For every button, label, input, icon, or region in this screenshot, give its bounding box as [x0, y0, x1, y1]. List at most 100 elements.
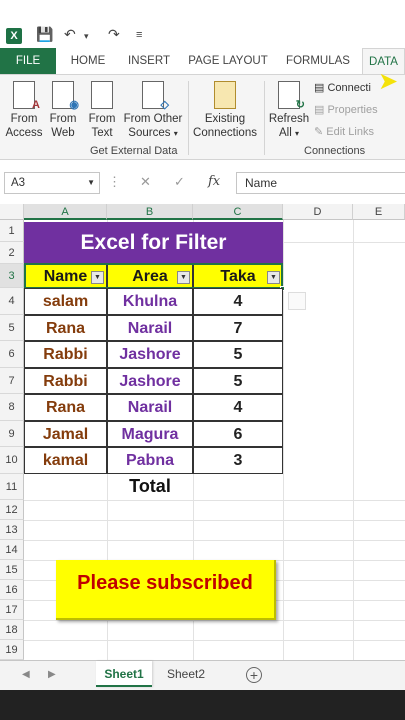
table-cell-area[interactable]: Narail [107, 314, 193, 341]
save-icon[interactable]: 💾 [36, 26, 53, 43]
tab-home[interactable]: HOME [60, 48, 116, 74]
row-header[interactable]: 8 [0, 394, 24, 421]
row-header[interactable]: 19 [0, 639, 24, 660]
sheet-tab-sheet1[interactable]: Sheet1 [96, 661, 152, 687]
gridline [24, 499, 405, 501]
column-header-c[interactable]: C [193, 204, 283, 220]
scroll-right-icon[interactable]: ▶ [48, 669, 56, 680]
enter-icon[interactable]: ✓ [174, 174, 185, 190]
row-header[interactable]: 17 [0, 599, 24, 620]
column-header-a[interactable]: A [24, 204, 107, 220]
from-other-sources-button[interactable]: ◇ From Other Sources ▾ [122, 81, 184, 141]
undo-icon[interactable]: ↶ [64, 26, 76, 43]
add-sheet-icon[interactable]: + [246, 667, 262, 683]
refresh-all-button[interactable]: ↻ Refresh All ▾ [268, 81, 310, 141]
cancel-icon[interactable]: ✕ [140, 174, 151, 190]
table-cell-taka[interactable]: 7 [193, 314, 283, 341]
worksheet-grid[interactable]: A B C D E 1 2 3 4 5 6 7 8 9 10 11 12 13 … [0, 204, 405, 660]
row-header[interactable]: 9 [0, 420, 24, 447]
insert-function-icon[interactable]: fx [208, 174, 220, 189]
row-header[interactable]: 16 [0, 579, 24, 600]
from-text-label: From [88, 113, 116, 125]
filter-dropdown-icon[interactable]: ▼ [91, 271, 104, 284]
from-access-button[interactable]: A From Access [4, 81, 44, 140]
from-other-label: From Other [123, 113, 183, 125]
row-header[interactable]: 6 [0, 341, 24, 368]
column-header-d[interactable]: D [283, 204, 353, 220]
tab-formulas[interactable]: FORMULAS [278, 48, 358, 74]
table-cell-name[interactable]: salam [24, 288, 107, 315]
table-cell-area[interactable]: Pabna [107, 447, 193, 474]
header-cell-name[interactable]: Name ▼ [24, 264, 107, 288]
filter-dropdown-icon[interactable]: ▼ [267, 271, 280, 284]
select-all-corner[interactable] [0, 204, 24, 220]
sheet-title-cell[interactable]: Excel for Filter [24, 222, 283, 264]
gridline [24, 519, 405, 521]
table-cell-name[interactable]: Rabbi [24, 341, 107, 368]
table-cell-taka[interactable]: 5 [193, 341, 283, 368]
formula-bar: A3 ▼ ⋮ ✕ ✓ fx Name [0, 160, 405, 204]
sheet-tab-sheet2[interactable]: Sheet2 [158, 661, 214, 687]
filter-dropdown-icon[interactable]: ▼ [177, 271, 190, 284]
existing-connections-button[interactable]: Existing Connections [192, 81, 258, 140]
formula-input[interactable]: Name [236, 172, 405, 194]
column-header-b[interactable]: B [107, 204, 193, 220]
row-header[interactable]: 13 [0, 519, 24, 540]
table-cell-taka[interactable]: 5 [193, 367, 283, 394]
table-cell-taka[interactable]: 3 [193, 447, 283, 474]
name-box[interactable]: A3 ▼ [4, 172, 100, 194]
table-cell-taka[interactable]: 6 [193, 420, 283, 447]
from-text-button[interactable]: From Text [84, 81, 120, 140]
row-header[interactable]: 18 [0, 619, 24, 640]
row-header[interactable]: 7 [0, 367, 24, 394]
from-web-label-2: Web [51, 127, 75, 139]
row-header[interactable]: 4 [0, 288, 24, 315]
table-cell-area[interactable]: Jashore [107, 341, 193, 368]
table-cell-area[interactable]: Jashore [107, 367, 193, 394]
tab-page-layout[interactable]: PAGE LAYOUT [182, 48, 274, 74]
header-cell-taka[interactable]: Taka ▼ [193, 264, 283, 288]
table-cell-name[interactable]: Rana [24, 394, 107, 421]
connections-icon: ▤ [314, 82, 325, 94]
row-header[interactable]: 10 [0, 447, 24, 474]
table-cell-area[interactable]: Narail [107, 394, 193, 421]
header-area-label: Area [132, 268, 168, 285]
chevron-down-icon: ▾ [294, 129, 299, 138]
row-header[interactable]: 2 [0, 242, 24, 264]
table-cell-name[interactable]: Rana [24, 314, 107, 341]
table-cell-name[interactable]: Jamal [24, 420, 107, 447]
subscribe-banner-shape[interactable]: Please subscribed [56, 560, 276, 620]
table-cell-taka[interactable]: 4 [193, 288, 283, 315]
row-header[interactable]: 3 [0, 264, 24, 288]
tab-insert[interactable]: INSERT [120, 48, 178, 74]
row-header[interactable]: 15 [0, 559, 24, 580]
table-cell-name[interactable]: kamal [24, 447, 107, 474]
edit-links-button[interactable]: ✎ Edit Links [314, 125, 374, 138]
existing-label-2: Connections [193, 127, 257, 139]
chevron-down-icon: ▾ [173, 129, 178, 138]
header-cell-area[interactable]: Area ▼ [107, 264, 193, 288]
scroll-left-icon[interactable]: ◀ [22, 669, 30, 680]
total-label-cell[interactable]: Total [107, 473, 193, 499]
table-cell-area[interactable]: Khulna [107, 288, 193, 315]
chevron-down-icon[interactable]: ▼ [87, 173, 95, 193]
redo-icon[interactable]: ↷ [108, 26, 120, 43]
customize-toolbar-icon[interactable]: ≡ [136, 29, 142, 41]
row-header[interactable]: 14 [0, 539, 24, 560]
undo-dropdown-icon[interactable]: ▾ [84, 31, 89, 42]
row-header[interactable]: 11 [0, 473, 24, 500]
row-header[interactable]: 12 [0, 499, 24, 520]
table-cell-name[interactable]: Rabbi [24, 367, 107, 394]
other-sources-icon: ◇ [142, 81, 169, 111]
properties-button[interactable]: ▤ Properties [314, 103, 378, 116]
table-cell-area[interactable]: Magura [107, 420, 193, 447]
from-web-button[interactable]: ◉ From Web [46, 81, 80, 140]
table-cell-taka[interactable]: 4 [193, 394, 283, 421]
tab-file[interactable]: FILE [0, 48, 56, 74]
row-header[interactable]: 1 [0, 220, 24, 242]
connections-button[interactable]: ▤ Connecti [314, 81, 371, 94]
quick-analysis-icon[interactable] [288, 292, 306, 310]
row-header[interactable]: 5 [0, 314, 24, 341]
column-header-e[interactable]: E [353, 204, 405, 220]
quick-access-toolbar: X 💾 ↶ ▾ ↷ ≡ [0, 0, 405, 48]
